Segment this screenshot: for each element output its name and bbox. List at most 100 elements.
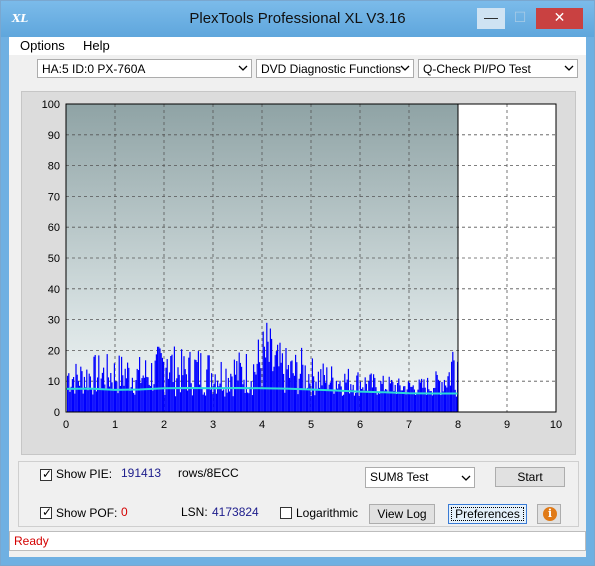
pie-bar	[422, 387, 424, 412]
pie-bar	[291, 360, 293, 412]
pie-bar	[319, 387, 321, 412]
pie-bar	[81, 371, 83, 412]
pie-bar	[367, 390, 369, 412]
pie-bar	[315, 381, 317, 412]
pie-value: 191413	[121, 466, 162, 480]
pie-bar	[434, 387, 436, 412]
pie-bar	[299, 373, 301, 412]
pie-bar	[327, 390, 329, 412]
y-tick-label: 40	[48, 284, 60, 296]
pie-bar	[263, 346, 265, 412]
pie-bar	[98, 355, 100, 412]
chevron-down-icon	[461, 475, 471, 481]
logarithmic-label: Logarithmic	[296, 506, 359, 520]
pie-bar	[77, 381, 79, 412]
title-bar[interactable]: XL PlexTools Professional XL V3.16 — ☐ ✕	[1, 1, 594, 37]
pie-bar	[311, 358, 313, 412]
pie-bar	[411, 386, 413, 412]
pie-bar	[410, 386, 412, 412]
check-icon: ✓	[42, 467, 53, 481]
view-log-button[interactable]: View Log	[369, 504, 435, 524]
pie-bar	[181, 349, 183, 412]
pie-bar	[260, 368, 262, 412]
check-icon: ✓	[42, 505, 53, 519]
pie-bar	[351, 389, 353, 412]
pie-bar	[412, 385, 414, 412]
pie-bar	[203, 392, 205, 412]
pie-bar	[195, 360, 197, 412]
pie-bar	[316, 389, 318, 412]
pie-bar	[443, 379, 445, 412]
pie-bar	[142, 375, 144, 412]
function-select[interactable]: DVD Diagnostic Functions	[256, 59, 414, 78]
pie-bar	[83, 376, 85, 412]
pie-bar	[435, 371, 437, 412]
drive-select[interactable]: HA:5 ID:0 PX-760A	[37, 59, 252, 78]
pie-bar	[284, 392, 286, 412]
pie-bar	[218, 386, 220, 412]
pie-bar	[231, 376, 233, 412]
sum-test-select[interactable]: SUM8 Test	[365, 467, 475, 488]
pie-bar	[250, 380, 252, 412]
y-tick-label: 30	[48, 315, 60, 327]
menu-options[interactable]: Options	[20, 38, 65, 53]
pie-bar	[373, 374, 375, 412]
pie-bar	[184, 369, 186, 412]
pie-bar	[266, 322, 268, 412]
preferences-button[interactable]: Preferences	[448, 504, 527, 524]
pie-bar	[356, 375, 358, 412]
test-select[interactable]: Q-Check PI/PO Test	[418, 59, 578, 78]
pie-bar	[286, 369, 288, 412]
show-poe-checkbox[interactable]: ✓	[40, 505, 53, 519]
pie-bar	[125, 378, 127, 412]
pie-bar	[293, 375, 295, 412]
start-button[interactable]: Start	[495, 467, 565, 487]
plot-background	[66, 104, 458, 412]
drive-select-value: HA:5 ID:0 PX-760A	[42, 62, 146, 76]
pie-bar	[116, 381, 118, 412]
pie-bar	[147, 377, 149, 412]
pie-bar	[230, 373, 232, 412]
pie-bar	[97, 377, 99, 412]
pie-bar	[307, 387, 309, 412]
pie-bar	[364, 377, 366, 412]
pie-bar	[185, 374, 187, 412]
pie-bar	[220, 361, 222, 412]
pie-bar	[283, 373, 285, 412]
pie-bar	[445, 385, 447, 412]
pie-bar	[135, 379, 137, 412]
show-pie-checkbox[interactable]: ✓	[40, 467, 53, 481]
pie-bar	[332, 377, 334, 412]
pie-bar	[100, 378, 102, 412]
pie-bar	[176, 378, 178, 412]
pie-bar	[140, 383, 142, 412]
pie-bar	[115, 381, 117, 412]
pie-bar	[427, 377, 429, 412]
pie-bar	[285, 347, 287, 412]
pie-bar	[101, 372, 103, 412]
pie-bar	[172, 382, 174, 412]
pie-bar	[255, 374, 257, 412]
minimize-button[interactable]: —	[477, 8, 505, 29]
pie-bar	[177, 367, 179, 412]
pie-bar	[441, 382, 443, 412]
pie-bar	[448, 372, 450, 412]
logarithmic-checkbox[interactable]	[280, 507, 292, 519]
pie-bar	[249, 387, 251, 412]
chevron-down-icon	[400, 65, 410, 71]
y-tick-label: 0	[54, 407, 60, 419]
pie-bar	[212, 394, 214, 412]
pie-bar	[85, 387, 87, 412]
menu-help[interactable]: Help	[83, 38, 110, 53]
pie-bar	[298, 378, 300, 412]
pie-bar	[382, 375, 384, 412]
pie-bar	[118, 355, 120, 412]
info-button[interactable]: i	[537, 504, 561, 524]
y-tick-label: 20	[48, 345, 60, 357]
maximize-button[interactable]: ☐	[506, 8, 534, 29]
pie-bar	[409, 382, 411, 412]
pi-chart-panel: 100 90 80 70 60 50 40 30 20 10 0 0 1 2 3 4 5 6 7 8 9 10	[21, 91, 576, 455]
close-button[interactable]: ✕	[536, 8, 583, 29]
pie-bar	[377, 391, 379, 412]
x-tick-label: 3	[210, 419, 216, 431]
